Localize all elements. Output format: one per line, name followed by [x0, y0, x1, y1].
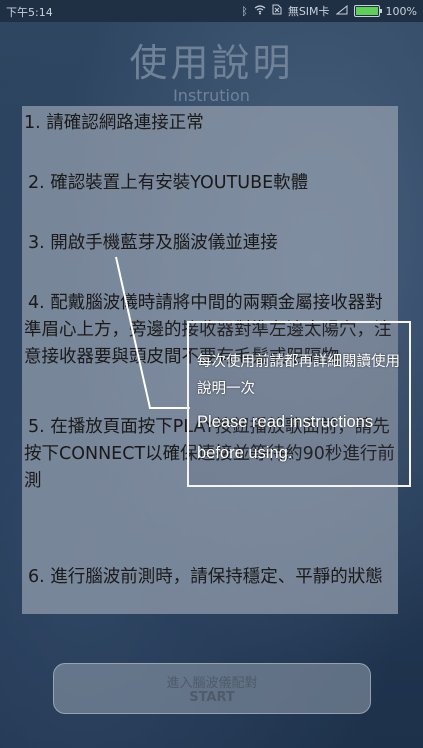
page-title: 使用說明	[129, 41, 294, 85]
bluetooth-icon: ᛒ	[241, 4, 248, 18]
status-time: 下午5:14	[6, 6, 53, 19]
tip-text-en: Please read instructions before using.	[197, 413, 374, 462]
carrier-label: 無SIM卡	[287, 5, 330, 18]
start-button-label-zh: 進入腦波儀配對	[166, 676, 258, 691]
start-button[interactable]: 進入腦波儀配對 START	[53, 663, 371, 714]
signal-icon	[335, 4, 348, 18]
battery-fill	[355, 7, 378, 15]
step-2: 2. 確認裝置上有安裝YOUTUBE軟體	[28, 173, 309, 193]
battery-icon	[353, 5, 382, 17]
status-bar: 下午5:14 ᛒ 無SIM卡 100%	[0, 0, 423, 22]
tip-text-zh: 每次使用前請都再詳細閱讀使用說明一次	[197, 354, 400, 397]
step-6: 6. 進行腦波前測時，請保持穩定、平靜的狀態	[28, 567, 383, 587]
start-button-label-en: START	[189, 690, 235, 705]
page-subtitle: Instrution	[173, 86, 250, 105]
sim-icon	[272, 4, 282, 18]
battery-percent: 100%	[385, 4, 417, 18]
step-3: 3. 開啟手機藍芽及腦波儀並連接	[28, 233, 278, 253]
tip-callout: 每次使用前請都再詳細閱讀使用說明一次 Please read instructi…	[187, 321, 411, 487]
step-1: 1. 請確認網路連接正常	[24, 113, 204, 133]
wifi-icon	[254, 4, 266, 18]
status-right: ᛒ 無SIM卡 100%	[241, 3, 417, 19]
